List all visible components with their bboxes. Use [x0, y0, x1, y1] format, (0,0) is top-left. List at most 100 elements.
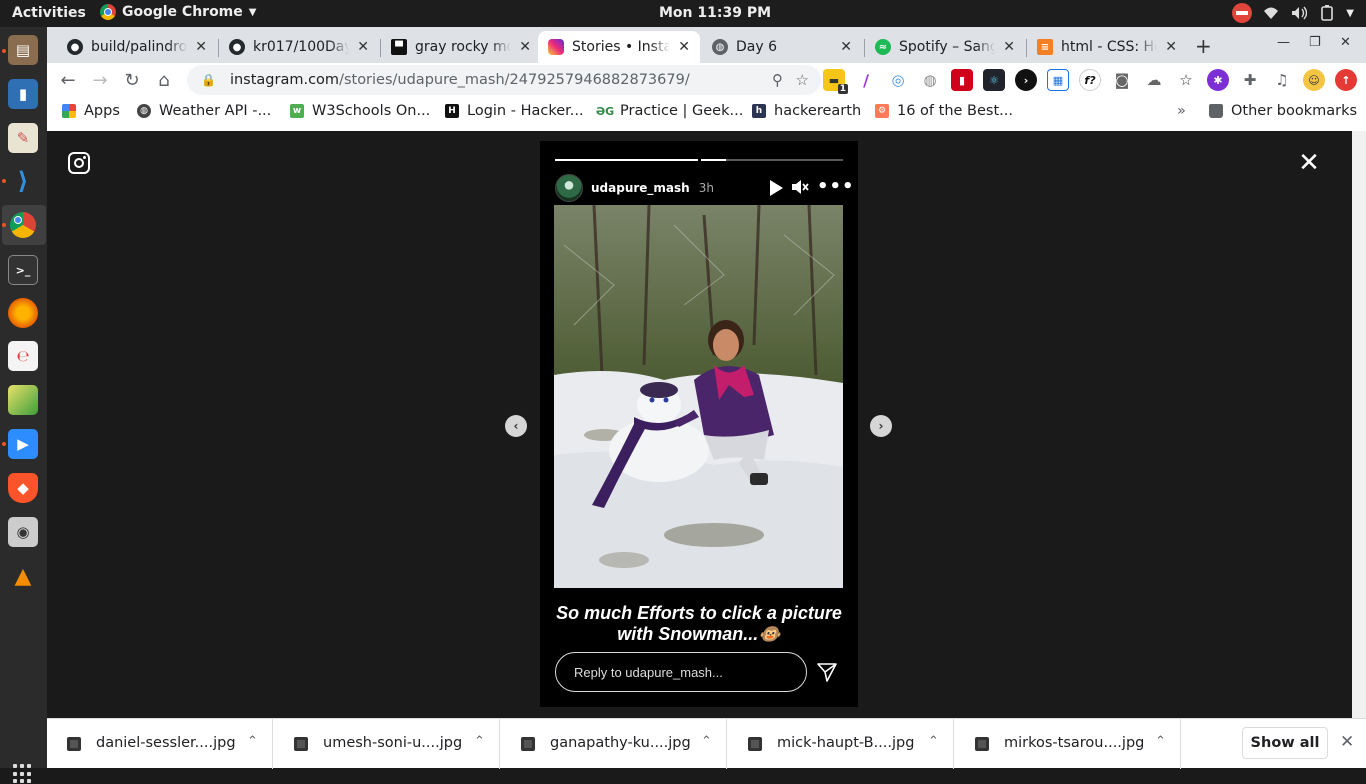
- chevron-up-icon[interactable]: ⌃: [474, 734, 485, 749]
- tab-github-palindrome[interactable]: ● build/palindrome ✕: [57, 31, 217, 63]
- star-icon[interactable]: ☆: [1175, 69, 1197, 91]
- puzzle-icon[interactable]: ✚: [1239, 69, 1261, 91]
- download-item[interactable]: mick-haupt-B....jpg ⌃: [728, 719, 954, 769]
- show-all-downloads-button[interactable]: Show all: [1242, 727, 1328, 759]
- download-item[interactable]: mirkos-tsarou....jpg ⌃: [955, 719, 1181, 769]
- tab-instagram-stories[interactable]: Stories • Instagram ✕: [538, 31, 700, 63]
- text-editor-icon[interactable]: ✎: [8, 123, 38, 153]
- bookmark-star-icon[interactable]: ☆: [796, 71, 809, 89]
- tab-stackoverflow[interactable]: ≡ html - CSS: How ✕: [1027, 31, 1187, 63]
- close-icon[interactable]: ✕: [678, 39, 690, 55]
- tab-day6[interactable]: ◍ Day 6 ✕: [702, 31, 862, 63]
- system-tray[interactable]: ▼: [1232, 3, 1354, 23]
- maximize-button[interactable]: ❐: [1309, 35, 1321, 50]
- close-icon[interactable]: ✕: [1340, 732, 1354, 752]
- reply-field[interactable]: [555, 652, 807, 692]
- chevron-up-icon[interactable]: ⌃: [928, 734, 939, 749]
- close-icon[interactable]: ✕: [1003, 39, 1015, 55]
- bookmarks-overflow-button[interactable]: »: [1177, 103, 1186, 119]
- close-window-button[interactable]: ✕: [1340, 35, 1351, 50]
- next-story-button[interactable]: ›: [870, 415, 892, 437]
- react-devtools-icon[interactable]: ⚛: [983, 69, 1005, 91]
- extension-swirl-icon[interactable]: ◎: [887, 69, 909, 91]
- close-icon[interactable]: ✕: [195, 39, 207, 55]
- vscode-icon[interactable]: ⟩: [8, 166, 38, 196]
- extension-book-icon[interactable]: ▮: [951, 69, 973, 91]
- back-button[interactable]: ←: [56, 68, 80, 92]
- evince-icon[interactable]: ℮: [8, 341, 38, 371]
- bookmark-hackerearth[interactable]: h hackerearth: [752, 103, 861, 119]
- do-not-disturb-icon[interactable]: [1232, 3, 1253, 23]
- extension-arrow-icon[interactable]: ›: [1015, 69, 1037, 91]
- reload-button[interactable]: ↻: [120, 68, 144, 92]
- notes-app-icon[interactable]: [8, 385, 38, 415]
- tab-unsplash[interactable]: ▀ gray rocky mountains ✕: [381, 31, 541, 63]
- profile-avatar[interactable]: ☺: [1303, 69, 1325, 91]
- tab-spotify[interactable]: ≈ Spotify – Sanga ✕: [865, 31, 1025, 63]
- avatar[interactable]: [555, 174, 583, 202]
- extension-notes-icon[interactable]: ▬ 1: [823, 69, 848, 94]
- libreoffice-writer-icon[interactable]: ▮: [8, 79, 38, 109]
- bookmark-apps[interactable]: Apps: [62, 103, 120, 119]
- bookmark-hackerrank[interactable]: H Login - Hacker...: [445, 103, 584, 119]
- download-item[interactable]: ganapathy-ku....jpg ⌃: [501, 719, 727, 769]
- update-icon[interactable]: ↑: [1335, 69, 1357, 91]
- terminal-icon[interactable]: >_: [8, 255, 38, 285]
- reply-input[interactable]: [574, 664, 788, 680]
- story-card[interactable]: udapure_mash 3h ••• So much Efforts to c…: [540, 141, 858, 707]
- firefox-icon[interactable]: [8, 298, 38, 328]
- bookmark-weather-api[interactable]: ◍ Weather API -...: [137, 103, 271, 119]
- new-tab-button[interactable]: +: [1195, 34, 1212, 58]
- extension-grid-icon[interactable]: ▦: [1047, 69, 1069, 91]
- instagram-icon[interactable]: [68, 152, 90, 174]
- vertical-scrollbar[interactable]: [1352, 131, 1366, 718]
- chrome-dock-icon[interactable]: [8, 210, 38, 240]
- screenshot-app-icon[interactable]: ◉: [8, 517, 38, 547]
- clock[interactable]: Mon 11:39 PM: [659, 5, 771, 21]
- bookmark-geeksforgeeks[interactable]: ƏG Practice | Geek...: [596, 103, 744, 119]
- close-icon[interactable]: ✕: [1297, 150, 1321, 176]
- forward-button[interactable]: →: [88, 68, 112, 92]
- mute-icon[interactable]: [791, 179, 809, 197]
- bookmark-label: Weather API -...: [159, 103, 272, 119]
- media-control-icon[interactable]: ♫: [1271, 69, 1293, 91]
- close-icon[interactable]: ✕: [357, 39, 369, 55]
- close-icon[interactable]: ✕: [840, 39, 852, 55]
- extension-globe-icon[interactable]: ◍: [919, 69, 941, 91]
- previous-story-button[interactable]: ‹: [505, 415, 527, 437]
- cloud-icon[interactable]: ☁: [1143, 69, 1165, 91]
- other-bookmarks-folder[interactable]: Other bookmarks: [1209, 103, 1357, 119]
- vlc-icon[interactable]: ▲: [8, 561, 38, 591]
- bookmark-hubspot[interactable]: ⚙ 16 of the Best...: [875, 103, 1013, 119]
- chevron-up-icon[interactable]: ⌃: [1155, 734, 1166, 749]
- extension-pen-icon[interactable]: ∕: [855, 69, 877, 91]
- address-bar[interactable]: 🔒 instagram.com/stories/udapure_mash/247…: [187, 65, 821, 95]
- camera-icon[interactable]: ◙: [1111, 69, 1133, 91]
- bookmarks-bar: Apps ◍ Weather API -... w W3Schools On..…: [47, 97, 1366, 127]
- extension-purple-icon[interactable]: ✱: [1207, 69, 1229, 91]
- zoom-icon[interactable]: ⚲: [772, 71, 783, 89]
- home-button[interactable]: ⌂: [152, 68, 176, 92]
- brave-icon[interactable]: ◆: [8, 473, 38, 503]
- download-item[interactable]: umesh-soni-u....jpg ⌃: [274, 719, 500, 769]
- chevron-up-icon[interactable]: ⌃: [701, 734, 712, 749]
- play-icon[interactable]: [770, 180, 783, 196]
- files-app-icon[interactable]: ▤: [8, 35, 38, 65]
- extension-formula-icon[interactable]: f?: [1079, 69, 1101, 91]
- activities-button[interactable]: Activities: [12, 5, 86, 21]
- send-icon[interactable]: [816, 661, 838, 683]
- show-applications-icon[interactable]: [13, 764, 33, 784]
- app-menu[interactable]: Google Chrome ▼: [100, 4, 256, 20]
- story-username[interactable]: udapure_mash: [591, 181, 690, 195]
- tab-github-100days[interactable]: ● kr017/100Days ✕: [219, 31, 379, 63]
- close-icon[interactable]: ✕: [1165, 39, 1177, 55]
- download-item[interactable]: daniel-sessler....jpg ⌃: [47, 719, 273, 769]
- more-options-icon[interactable]: •••: [817, 176, 855, 197]
- lock-icon[interactable]: 🔒: [201, 73, 216, 87]
- tab-title: gray rocky mountains: [415, 39, 512, 55]
- chevron-up-icon[interactable]: ⌃: [247, 734, 258, 749]
- minimize-button[interactable]: —: [1277, 35, 1290, 50]
- bookmark-w3schools[interactable]: w W3Schools On...: [290, 103, 430, 119]
- close-icon[interactable]: ✕: [519, 39, 531, 55]
- zoom-icon[interactable]: ▶: [8, 429, 38, 459]
